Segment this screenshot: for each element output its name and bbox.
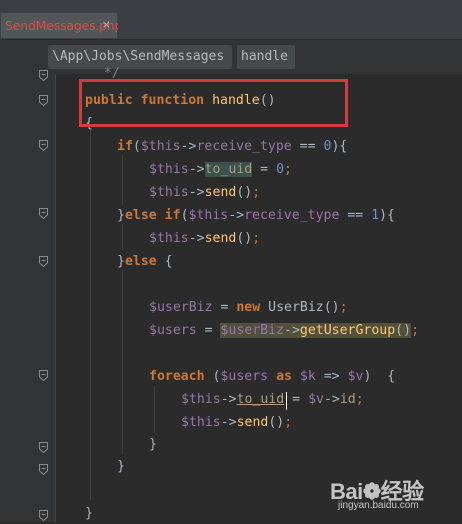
code-token: -> [180,139,197,154]
code-token: } [117,254,125,269]
code-token: $users [220,369,269,384]
code-token: if [117,139,133,154]
code-token: $v [347,369,364,384]
code-token: = [212,300,237,315]
watermark-url: jingyan.baidu.com [338,500,419,511]
code-token: receive_type [196,139,292,154]
code-token: else [124,208,157,223]
code-token: send [236,415,269,430]
code-line[interactable]: }else { [117,252,173,272]
code-token: $v [308,392,324,407]
code-line[interactable]: }else if($this->receive_type == 1){ [117,206,395,226]
code-token: ; [355,392,364,407]
code-token: as [276,369,292,384]
code-token: $this [149,162,189,177]
code-token: $userBiz [220,323,284,338]
code-token: UserBiz() [260,300,340,315]
code-line[interactable]: $userBiz = new UserBiz(); [149,298,348,318]
code-token: () [236,231,253,246]
annotation-highlight-box [79,79,348,127]
code-token: to_uid [236,392,285,407]
code-token: -> [284,323,300,338]
code-line[interactable]: $users = $userBiz->getUserGroup(); [149,321,419,341]
code-token: ){ [379,208,395,223]
code-token: foreach [149,369,205,384]
code-token: $userBiz [149,300,213,315]
code-line[interactable]: $this->send(); [181,413,292,433]
code-token: = [284,392,309,407]
code-token: $this [181,415,221,430]
code-line[interactable]: $this->to_uid = 0; [149,160,292,180]
code-token: $this [149,185,189,200]
code-line[interactable]: $this->send(); [149,229,260,249]
code-token: () [268,415,285,430]
code-token: == [291,139,324,154]
code-token: 0 [276,162,285,177]
text-caret [286,392,287,410]
code-line[interactable]: if($this->receive_type == 0){ [117,137,347,157]
code-token: else [124,254,157,269]
code-token: getUserGroup [299,323,396,338]
watermark: Bai❁经验 jingyan.baidu.com [330,474,452,514]
code-token: $this [140,139,181,154]
code-token: id [339,392,356,407]
code-token: } [117,459,125,474]
code-token: ( [180,208,189,223]
code-token: if [164,208,181,223]
code-token: -> [188,162,205,177]
code-token: ( [204,369,221,384]
code-token: receive_type [244,208,340,223]
code-token: ; [284,415,293,430]
code-token: } [85,506,93,521]
code-token: ; [252,185,261,200]
code-token: $this [149,231,189,246]
code-token: -> [228,208,245,223]
code-token: ; [411,323,420,338]
code-token: send [204,185,237,200]
code-token: -> [323,392,340,407]
code-token: send [204,231,237,246]
code-token: $users [149,323,197,338]
code-line[interactable]: $this->send(); [149,183,260,203]
code-token: $this [188,208,229,223]
code-token: ){ [331,139,348,154]
code-token: () [395,323,412,338]
code-token: new [236,300,261,315]
code-token: ( [132,139,141,154]
code-token: ; [339,300,348,315]
code-token: -> [220,392,237,407]
code-token: = [196,323,221,338]
code-line[interactable]: foreach ($users as $k => $v) { [149,367,395,387]
code-token: () [236,185,253,200]
code-line[interactable]: } [117,457,125,477]
code-token: $k [299,369,316,384]
code-token: == [339,208,372,223]
code-line[interactable]: } [149,435,157,455]
code-token: { [156,254,173,269]
code-token: = [252,162,277,177]
code-token: ; [284,162,292,177]
code-token: $this [181,392,221,407]
code-token: to_uid [204,162,253,177]
code-token: -> [188,185,205,200]
code-token: ; [252,231,261,246]
code-line[interactable]: } [85,504,93,524]
code-token: -> [220,415,237,430]
code-token: ) { [363,369,396,384]
code-token: } [149,437,157,452]
code-token: 1 [371,208,380,223]
code-token: => [315,369,348,384]
code-line[interactable]: $this->to_uid = $v->id; [181,390,364,410]
code-token: -> [188,231,205,246]
code-token: } [117,208,125,223]
